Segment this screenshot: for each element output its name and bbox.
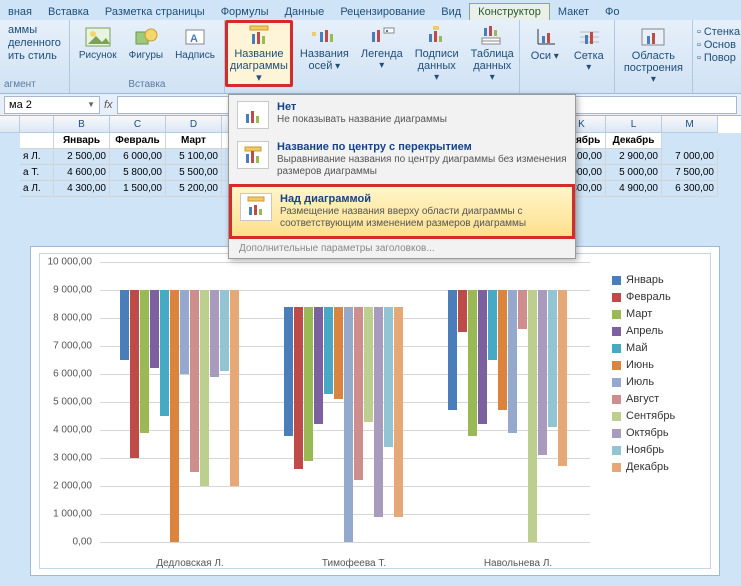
bar[interactable] bbox=[488, 290, 497, 360]
data-labels-button[interactable]: Подписи данных ▾ bbox=[410, 20, 464, 86]
bar[interactable] bbox=[210, 290, 219, 377]
bar[interactable] bbox=[364, 307, 373, 422]
gridlines-button[interactable]: Сетка ▾ bbox=[568, 22, 610, 76]
bar[interactable] bbox=[200, 290, 209, 486]
embedded-chart[interactable]: 0,001 000,002 000,003 000,004 000,005 00… bbox=[30, 246, 720, 576]
shapes-button[interactable]: Фигуры bbox=[124, 22, 168, 64]
tab-chart-layout[interactable]: Макет bbox=[550, 4, 597, 20]
bar[interactable] bbox=[324, 307, 333, 394]
more-title-options[interactable]: Дополнительные параметры заголовков... bbox=[229, 239, 575, 258]
center-icon bbox=[237, 141, 269, 169]
tab-design[interactable]: Конструктор bbox=[469, 3, 550, 20]
bar[interactable] bbox=[448, 290, 457, 410]
ribbon: аммы деленного ить стиль агмент Рисунок … bbox=[0, 20, 741, 94]
bar[interactable] bbox=[558, 290, 567, 466]
bar[interactable] bbox=[230, 290, 239, 486]
bar[interactable] bbox=[170, 290, 179, 542]
legend-item[interactable]: Сентябрь bbox=[612, 410, 702, 422]
option-above-chart[interactable]: Над диаграммойРазмещение названия вверху… bbox=[229, 184, 575, 239]
bar[interactable] bbox=[284, 307, 293, 436]
chevron-down-icon[interactable]: ▼ bbox=[87, 100, 95, 109]
tab-formulas[interactable]: Формулы bbox=[213, 4, 277, 20]
bar[interactable] bbox=[384, 307, 393, 447]
chart-legend[interactable]: Январь Февраль Март Апрель Май Июнь Июль Август… bbox=[612, 274, 702, 473]
picture-button[interactable]: Рисунок bbox=[74, 22, 122, 64]
bar[interactable] bbox=[344, 307, 353, 542]
partial-label: аммы bbox=[8, 24, 61, 36]
ribbon-tabs: вная Вставка Разметка страницы Формулы Д… bbox=[0, 0, 741, 20]
bar[interactable] bbox=[508, 290, 517, 433]
bar[interactable] bbox=[374, 307, 383, 517]
tab-review[interactable]: Рецензирование bbox=[332, 4, 433, 20]
bar[interactable] bbox=[180, 290, 189, 374]
fx-icon[interactable]: fx bbox=[104, 99, 113, 111]
legend-item[interactable]: Октябрь bbox=[612, 427, 702, 439]
bar[interactable] bbox=[160, 290, 169, 416]
partial-label: деленного bbox=[8, 37, 61, 49]
bar[interactable] bbox=[220, 290, 229, 371]
plot-area-button[interactable]: Область построения ▾ bbox=[619, 22, 688, 88]
bar[interactable] bbox=[294, 307, 303, 469]
bar[interactable] bbox=[304, 307, 313, 461]
bar[interactable] bbox=[150, 290, 159, 368]
legend-item[interactable]: Июль bbox=[612, 376, 702, 388]
bar[interactable] bbox=[130, 290, 139, 458]
bar[interactable] bbox=[190, 290, 199, 472]
option-centered-overlay[interactable]: Название по центру с перекрытиемВыравнив… bbox=[229, 135, 575, 184]
data-table-button[interactable]: Таблица данных ▾ bbox=[466, 20, 519, 86]
bar[interactable] bbox=[334, 307, 343, 399]
bar[interactable] bbox=[528, 290, 537, 542]
above-icon bbox=[240, 193, 272, 221]
legend-item[interactable]: Май bbox=[612, 342, 702, 354]
chart-floor-button[interactable]: ▫ Основ bbox=[697, 39, 740, 51]
bar[interactable] bbox=[314, 307, 323, 425]
legend-item[interactable]: Март bbox=[612, 308, 702, 320]
tab-data[interactable]: Данные bbox=[277, 4, 333, 20]
none-icon bbox=[237, 101, 269, 129]
bar[interactable] bbox=[478, 290, 487, 424]
plot-area: 0,001 000,002 000,003 000,004 000,005 00… bbox=[100, 262, 590, 542]
axis-titles-button[interactable]: Названия осей ▾ bbox=[295, 20, 354, 75]
textbox-button[interactable]: A Надпись bbox=[170, 22, 220, 64]
legend-item[interactable]: Июнь bbox=[612, 359, 702, 371]
chevron-down-icon: ▾ bbox=[256, 72, 262, 84]
tab-view[interactable]: Вид bbox=[433, 4, 469, 20]
tab-format[interactable]: Фо bbox=[597, 4, 627, 20]
bar[interactable] bbox=[120, 290, 129, 360]
legend-item[interactable]: Январь bbox=[612, 274, 702, 286]
group-fragment: агмент bbox=[4, 78, 36, 91]
legend-item[interactable]: Февраль bbox=[612, 291, 702, 303]
legend-item[interactable]: Декабрь bbox=[612, 461, 702, 473]
bar[interactable] bbox=[468, 290, 477, 436]
legend-item[interactable]: Апрель bbox=[612, 325, 702, 337]
bar[interactable] bbox=[394, 307, 403, 517]
bar[interactable] bbox=[458, 290, 467, 332]
legend-item[interactable]: Ноябрь bbox=[612, 444, 702, 456]
chart-title-button[interactable]: Название диаграммы ▾ bbox=[225, 20, 293, 87]
tab-home[interactable]: вная bbox=[0, 4, 40, 20]
name-box[interactable]: ма 2▼ bbox=[4, 96, 100, 114]
svg-text:A: A bbox=[190, 33, 198, 45]
option-none[interactable]: НетНе показывать название диаграммы bbox=[229, 95, 575, 135]
legend-button[interactable]: Легенда ▾ bbox=[356, 20, 408, 74]
group-insert: Вставка bbox=[128, 78, 165, 91]
axes-button[interactable]: Оси ▾ bbox=[524, 22, 566, 65]
bar[interactable] bbox=[518, 290, 527, 329]
chart-wall-button[interactable]: ▫ Стенка bbox=[697, 26, 740, 38]
partial-label: ить стиль bbox=[8, 50, 61, 62]
chart-rotation-button[interactable]: ▫ Повор bbox=[697, 52, 740, 64]
chart-title-dropdown: НетНе показывать название диаграммы Назв… bbox=[228, 94, 576, 259]
bar[interactable] bbox=[548, 290, 557, 427]
legend-item[interactable]: Август bbox=[612, 393, 702, 405]
bar[interactable] bbox=[140, 290, 149, 433]
tab-insert[interactable]: Вставка bbox=[40, 4, 97, 20]
bar[interactable] bbox=[354, 307, 363, 481]
tab-layout[interactable]: Разметка страницы bbox=[97, 4, 213, 20]
bar[interactable] bbox=[538, 290, 547, 455]
bar[interactable] bbox=[498, 290, 507, 410]
